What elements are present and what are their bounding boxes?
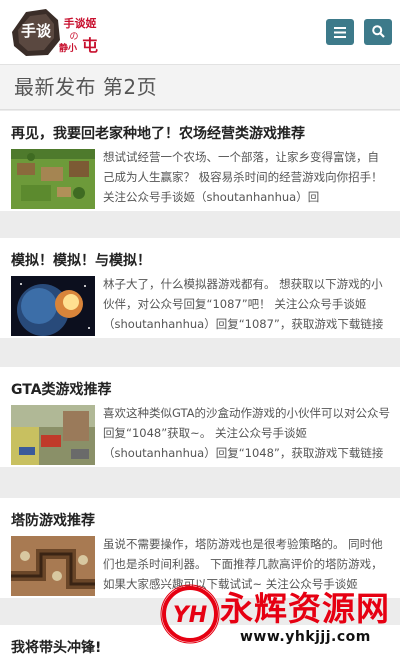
- post-thumbnail[interactable]: [11, 405, 95, 465]
- post-title[interactable]: 塔防游戏推荐: [11, 510, 95, 530]
- watermark: YH 永辉资源网 www.yhkjjj.com: [158, 582, 394, 652]
- post-card[interactable]: 模拟！模拟！与模拟！ 林子大了，什么模拟器游戏都有。 想获取以下游戏的小伙伴，对…: [0, 238, 400, 338]
- search-button[interactable]: [364, 19, 392, 45]
- post-title[interactable]: 再见，我要回老家种地了！农场经营类游戏推荐: [11, 123, 305, 143]
- post-title[interactable]: 模拟！模拟！与模拟！: [11, 250, 151, 270]
- svg-text:静小: 静小: [59, 42, 77, 54]
- site-header: 手谈 手谈姬 の 静小 屯: [0, 0, 400, 65]
- svg-text:の: の: [69, 32, 78, 42]
- watermark-logo-icon: YH: [160, 584, 220, 644]
- watermark-text: 永辉资源网: [220, 589, 390, 628]
- post-thumbnail[interactable]: [11, 536, 95, 596]
- site-logo[interactable]: 手谈 手谈姬 の 静小 屯: [10, 6, 106, 58]
- post-excerpt: 林子大了，什么模拟器游戏都有。 想获取以下游戏的小伙伴，对公众号回复“1087”…: [103, 277, 384, 331]
- watermark-url: www.yhkjjj.com: [240, 629, 371, 645]
- menu-button[interactable]: [326, 19, 354, 45]
- post-title[interactable]: GTA类游戏推荐: [11, 379, 112, 399]
- page-title-bar: 最新发布 第2页: [0, 65, 400, 110]
- post-thumbnail[interactable]: [11, 276, 95, 336]
- post-card[interactable]: GTA类游戏推荐 喜欢这种类似GTA的沙盒动作游戏的小伙伴可以对公众号回复“10…: [0, 367, 400, 467]
- post-card[interactable]: 再见，我要回老家种地了！农场经营类游戏推荐 想试试经营一个农场、一个部落，让家乡…: [0, 111, 400, 211]
- search-icon: [371, 23, 385, 42]
- post-title[interactable]: 我将带头冲锋!: [11, 637, 101, 657]
- page-title: 最新发布 第2页: [14, 75, 158, 99]
- post-excerpt: 想试试经营一个农场、一个部落，让家乡变得富饶，自己成为人生赢家？ 极容易杀时间的…: [103, 150, 383, 204]
- watermark-logo-text: YH: [173, 603, 207, 628]
- post-excerpt: 喜欢这种类似GTA的沙盒动作游戏的小伙伴可以对公众号回复“1048”获取~。 关…: [103, 406, 390, 460]
- svg-text:手谈: 手谈: [21, 22, 52, 40]
- post-thumbnail[interactable]: [11, 149, 95, 209]
- svg-text:屯: 屯: [82, 36, 98, 55]
- hamburger-menu-icon: [334, 23, 346, 42]
- svg-text:手谈姬: 手谈姬: [64, 16, 97, 30]
